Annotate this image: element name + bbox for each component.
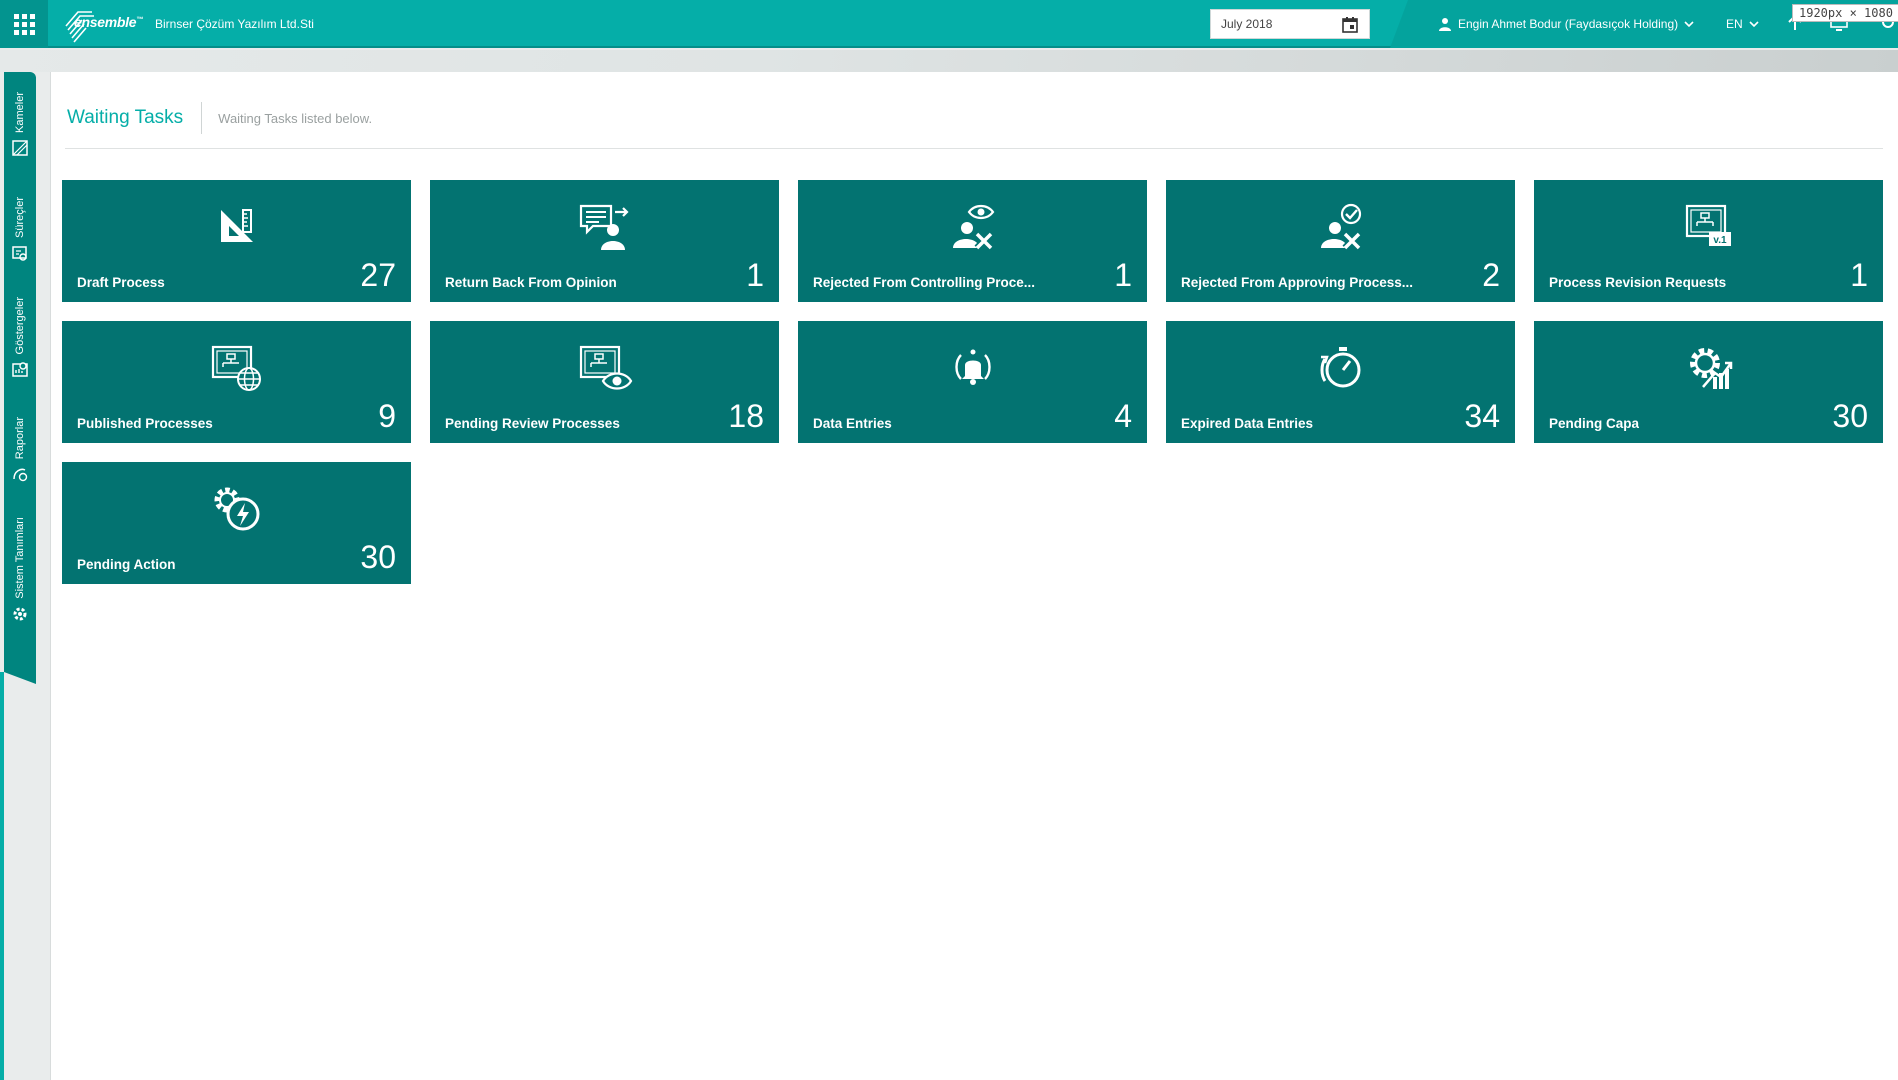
top-header: ensemble™ Birnser Çözüm Yazılım Ltd.Sti … — [0, 0, 1898, 48]
tile-rejected-from-controlling[interactable]: Rejected From Controlling Proce... 1 — [798, 180, 1147, 302]
ensemble-logo-mark: ensemble™ — [62, 6, 143, 43]
sidebar-item-label: Raporlar — [14, 417, 26, 460]
tile-pending-capa[interactable]: Pending Capa 30 — [1534, 321, 1883, 443]
opinion-return-icon — [579, 204, 629, 250]
sidebar-item-raporlar[interactable]: Raporlar — [4, 417, 36, 483]
page-subtitle: Waiting Tasks listed below. — [218, 110, 373, 126]
date-picker[interactable]: July 2018 — [1210, 9, 1370, 39]
tile-count: 27 — [360, 257, 396, 293]
tile-label: Draft Process — [77, 275, 165, 290]
tile-draft-process[interactable]: Draft Process 27 — [62, 180, 411, 302]
gear-chart-icon — [1689, 348, 1732, 389]
tile-count: 18 — [728, 398, 764, 434]
chevron-down-icon — [1684, 21, 1694, 28]
bell-icon — [954, 349, 991, 385]
chevron-down-icon — [1749, 21, 1759, 28]
sidebar-item-gostergeler[interactable]: Göstergeler — [4, 297, 36, 378]
tile-label: Published Processes — [77, 416, 213, 431]
page-header: Waiting Tasks Waiting Tasks listed below… — [67, 102, 372, 134]
indicator-icon — [12, 362, 28, 378]
process-version-icon: v.1 — [1685, 204, 1731, 246]
user-menu[interactable]: Engin Ahmet Bodur (Faydasıçok Holding) — [1438, 17, 1694, 31]
user-icon — [1439, 18, 1451, 31]
tile-count: 34 — [1464, 398, 1500, 434]
tile-label: Expired Data Entries — [1181, 416, 1314, 431]
calendar-icon[interactable] — [1341, 16, 1359, 34]
ensemble-logo[interactable]: ensemble™ — [62, 6, 143, 43]
user-eye-reject-icon — [952, 204, 994, 251]
tile-label: Process Revision Requests — [1549, 275, 1727, 290]
tile-count: 1 — [1114, 257, 1132, 293]
page-title: Waiting Tasks — [67, 102, 203, 134]
sidebar-item-label: Sistem Tanımları — [14, 517, 26, 599]
tile-count: 2 — [1482, 257, 1500, 293]
set-square-icon — [220, 209, 253, 242]
tile-count: 1 — [1850, 257, 1868, 293]
tile-count: 9 — [378, 398, 396, 434]
gear-icon — [13, 607, 27, 621]
tile-count: 1 — [746, 257, 764, 293]
tile-label: Rejected From Controlling Proce... — [813, 275, 1036, 290]
tile-count: 30 — [360, 539, 396, 575]
sidebar-item-sistem-tanimlari[interactable]: Sistem Tanımları — [4, 517, 36, 623]
sidebar-item-surecler[interactable]: Süreçler — [4, 197, 36, 262]
header-divider — [65, 148, 1883, 149]
date-value: July 2018 — [1221, 17, 1273, 31]
stopwatch-icon — [1320, 347, 1360, 388]
apps-menu-button[interactable] — [0, 0, 48, 48]
tile-label: Return Back From Opinion — [445, 275, 617, 290]
sidebar-item-label: Kameler — [14, 92, 26, 133]
gear-bolt-icon — [214, 487, 259, 531]
tile-label: Data Entries — [813, 416, 892, 431]
tile-data-entries[interactable]: Data Entries 4 — [798, 321, 1147, 443]
sidebar-item-label: Süreçler — [14, 197, 26, 238]
tile-count: 30 — [1832, 398, 1868, 434]
report-icon — [13, 468, 28, 482]
tile-label: Pending Capa — [1549, 416, 1640, 431]
tile-pending-review-processes[interactable]: Pending Review Processes 18 — [430, 321, 779, 443]
company-name: Birnser Çözüm Yazılım Ltd.Sti — [155, 17, 314, 31]
tile-label: Pending Action — [77, 557, 176, 572]
sidebar-item-label: Göstergeler — [14, 297, 26, 355]
tile-pending-action[interactable]: Pending Action 30 — [62, 462, 411, 584]
language-selector[interactable]: EN — [1726, 17, 1759, 31]
left-sidebar: Kameler Süreçler Göstergeler Raporlar Si… — [4, 72, 36, 684]
left-edge-strip — [0, 672, 4, 1080]
tile-count: 4 — [1114, 398, 1132, 434]
tile-label: Rejected From Approving Process... — [1181, 275, 1414, 290]
tile-return-back-from-opinion[interactable]: Return Back From Opinion 1 — [430, 180, 779, 302]
apps-grid-icon — [13, 13, 35, 35]
process-eye-icon — [579, 345, 632, 390]
resolution-tag: 1920px × 1080 — [1792, 4, 1898, 22]
user-name: Engin Ahmet Bodur (Faydasıçok Holding) — [1458, 17, 1679, 31]
tile-rejected-from-approving[interactable]: Rejected From Approving Process... 2 — [1166, 180, 1515, 302]
language-value: EN — [1726, 17, 1743, 31]
tile-expired-data-entries[interactable]: Expired Data Entries 34 — [1166, 321, 1515, 443]
tile-process-revision-requests[interactable]: v.1 Process Revision Requests 1 — [1534, 180, 1883, 302]
svg-text:v.1: v.1 — [1713, 235, 1727, 246]
tile-label: Pending Review Processes — [445, 416, 620, 431]
camera-icon — [12, 140, 28, 156]
sidebar-item-kameler[interactable]: Kameler — [4, 92, 36, 157]
background-strip — [0, 50, 1898, 72]
process-icon — [12, 246, 27, 261]
process-globe-icon — [211, 345, 261, 391]
tile-published-processes[interactable]: Published Processes 9 — [62, 321, 411, 443]
user-check-reject-icon — [1320, 203, 1361, 251]
main-panel: Waiting Tasks Waiting Tasks listed below… — [50, 72, 1898, 1080]
